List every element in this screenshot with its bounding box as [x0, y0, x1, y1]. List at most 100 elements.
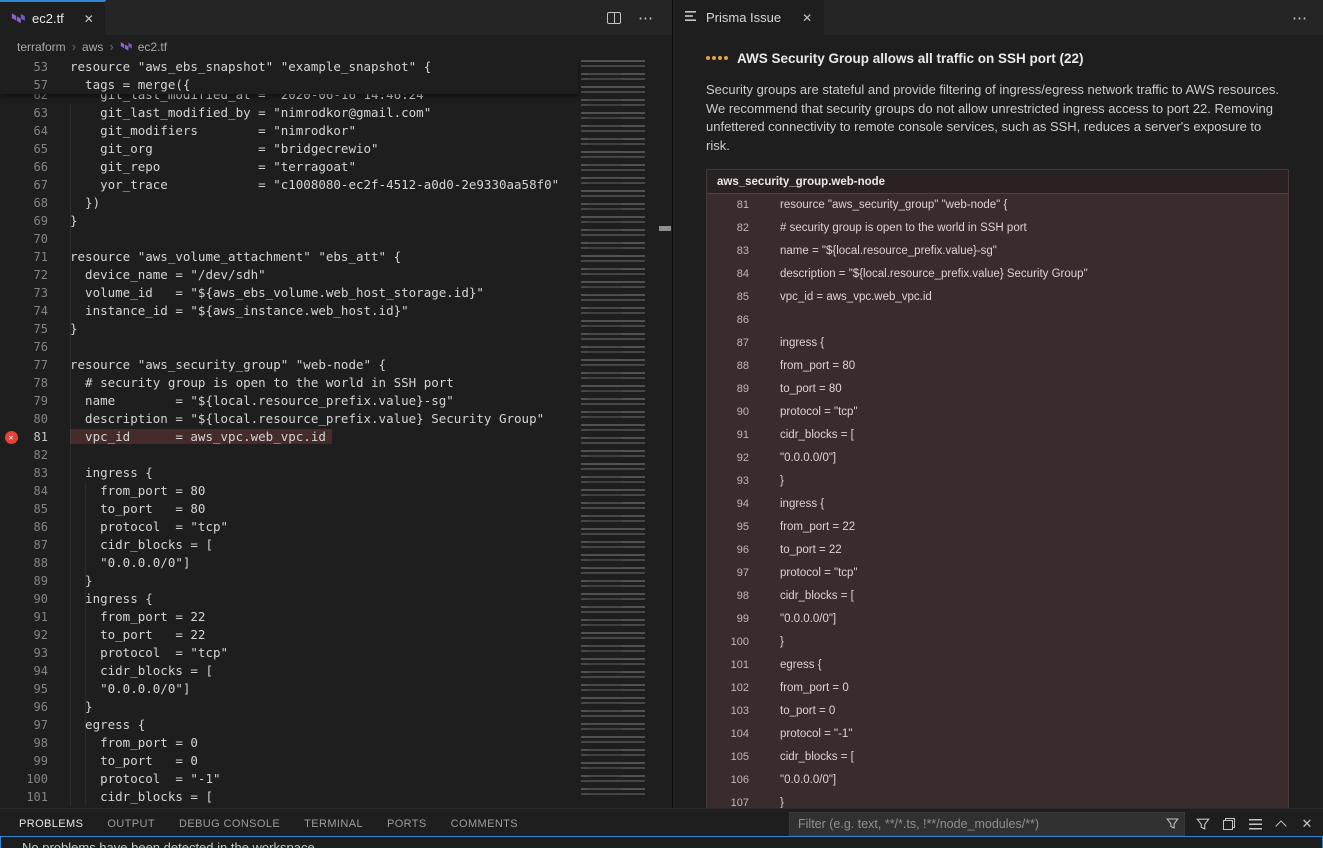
breadcrumb: terraform › aws › ec2.tf [0, 35, 672, 58]
panel-tab[interactable]: TERMINAL [303, 812, 364, 837]
code-line[interactable]: 73 volume_id = "${aws_ebs_volume.web_hos… [0, 284, 578, 302]
filter-icon[interactable] [1195, 816, 1211, 832]
code-line[interactable]: 67 yor_trace = "c1008080-ec2f-4512-a0d0-… [0, 176, 578, 194]
line-number: 65 [22, 140, 48, 158]
code-line[interactable]: 83 ingress { [0, 464, 578, 482]
panel-tab[interactable]: COMMENTS [450, 812, 519, 837]
code-line[interactable]: 74 instance_id = "${aws_instance.web_hos… [0, 302, 578, 320]
line-text: to_port = 0 [70, 753, 198, 768]
issue-code-line: 83 name = "${local.resource_prefix.value… [707, 240, 1288, 263]
code-line[interactable]: 75 } [0, 320, 578, 338]
breadcrumb-terraform[interactable]: terraform [17, 40, 66, 54]
sticky-line[interactable]: 53 resource "aws_ebs_snapshot" "example_… [0, 58, 578, 76]
code-line[interactable]: 95 "0.0.0.0/0"] [0, 680, 578, 698]
code-line[interactable]: 99 to_port = 0 [0, 752, 578, 770]
split-editor-icon[interactable] [607, 12, 621, 24]
code-line[interactable]: 82 [0, 446, 578, 464]
line-number: 64 [22, 122, 48, 140]
code-line[interactable]: 86 protocol = "tcp" [0, 518, 578, 536]
tab-label: Prisma Issue [706, 10, 781, 25]
problems-filter-input[interactable] [789, 812, 1185, 836]
code-line[interactable]: 84 from_port = 80 [0, 482, 578, 500]
scrollbar-handle[interactable] [659, 226, 671, 231]
line-text: egress { [70, 717, 145, 732]
line-text: git_modifiers = "nimrodkor" [70, 123, 356, 138]
line-text: to_port = 22 [70, 627, 205, 642]
code-line[interactable]: 85 to_port = 80 [0, 500, 578, 518]
code-line[interactable]: 63 git_last_modified_by = "nimrodkor@gma… [0, 104, 578, 122]
code-line[interactable]: 81 vpc_id = aws_vpc.web_vpc.id [0, 428, 578, 446]
code-line[interactable]: 72 device_name = "/dev/sdh" [0, 266, 578, 284]
panel-tab[interactable]: PROBLEMS [18, 812, 84, 837]
code-line[interactable]: 77 resource "aws_security_group" "web-no… [0, 356, 578, 374]
close-tab-icon[interactable]: ✕ [802, 11, 812, 25]
sticky-line[interactable]: 57 tags = merge({ [0, 76, 578, 94]
close-tab-icon[interactable]: ✕ [84, 12, 94, 26]
code-line[interactable]: 91 from_port = 22 [0, 608, 578, 626]
line-number: 86 [22, 518, 48, 536]
collapse-all-icon[interactable] [1221, 816, 1237, 832]
panel-tab[interactable]: DEBUG CONSOLE [178, 812, 281, 837]
line-text: } [749, 792, 784, 808]
code-line[interactable]: 87 cidr_blocks = [ [0, 536, 578, 554]
code-line[interactable]: 94 cidr_blocks = [ [0, 662, 578, 680]
editor-group: ec2.tf ✕ ⋯ terraform › aws › [0, 0, 672, 808]
code-line[interactable]: 98 from_port = 0 [0, 734, 578, 752]
code-line[interactable]: 88 "0.0.0.0/0"] [0, 554, 578, 572]
code-line[interactable]: 96 } [0, 698, 578, 716]
line-number: 87 [707, 332, 749, 355]
line-text: cidr_blocks = [ [749, 746, 854, 769]
line-number: 79 [22, 392, 48, 410]
line-number: 75 [22, 320, 48, 338]
code-line[interactable]: 76 [0, 338, 578, 356]
code-line[interactable]: 70 [0, 230, 578, 248]
code-line[interactable]: 89 } [0, 572, 578, 590]
breadcrumb-file[interactable]: ec2.tf [138, 40, 167, 54]
code-line[interactable]: 93 protocol = "tcp" [0, 644, 578, 662]
line-text: protocol = "-1" [70, 771, 221, 786]
code-line[interactable]: 68 }) [0, 194, 578, 212]
code-line[interactable]: 101 cidr_blocks = [ [0, 788, 578, 806]
code-line[interactable]: 69 } [0, 212, 578, 230]
code-editor[interactable]: 62 git_last_modified_at = "2020-06-16 14… [0, 58, 672, 808]
line-number: 98 [22, 734, 48, 752]
code-line[interactable]: 66 git_repo = "terragoat" [0, 158, 578, 176]
line-text: git_repo = "terragoat" [70, 159, 356, 174]
tab-ec2-tf[interactable]: ec2.tf ✕ [0, 0, 106, 35]
code-line[interactable]: 100 protocol = "-1" [0, 770, 578, 788]
editor-scrollbar[interactable] [658, 58, 672, 808]
line-text: from_port = 0 [749, 677, 849, 700]
view-mode-icon[interactable] [1247, 816, 1263, 832]
panel-tab[interactable]: PORTS [386, 812, 428, 837]
panel-tab[interactable]: OUTPUT [106, 812, 156, 837]
code-line[interactable]: 79 name = "${local.resource_prefix.value… [0, 392, 578, 410]
more-actions-icon[interactable]: ⋯ [1292, 9, 1308, 27]
maximize-panel-icon[interactable] [1273, 816, 1289, 832]
code-line[interactable]: 64 git_modifiers = "nimrodkor" [0, 122, 578, 140]
close-panel-icon[interactable]: ✕ [1299, 816, 1315, 832]
line-number: 91 [707, 424, 749, 447]
minimap[interactable] [578, 58, 658, 803]
code-line[interactable]: 65 git_org = "bridgecrewio" [0, 140, 578, 158]
code-line[interactable]: 78 # security group is open to the world… [0, 374, 578, 392]
line-number: 99 [22, 752, 48, 770]
code-line[interactable]: 71 resource "aws_volume_attachment" "ebs… [0, 248, 578, 266]
line-number: 83 [22, 464, 48, 482]
breadcrumb-separator-icon: › [72, 39, 76, 54]
line-number: 57 [22, 76, 48, 94]
code-line[interactable]: 92 to_port = 22 [0, 626, 578, 644]
issue-code-line: 102 from_port = 0 [707, 677, 1288, 700]
breadcrumb-aws[interactable]: aws [82, 40, 103, 54]
sticky-scroll[interactable]: 53 resource "aws_ebs_snapshot" "example_… [0, 58, 578, 94]
code-line[interactable]: 90 ingress { [0, 590, 578, 608]
issue-code-line: 82 # security group is open to the world… [707, 217, 1288, 240]
more-actions-icon[interactable]: ⋯ [638, 9, 654, 27]
line-number: 90 [707, 401, 749, 424]
line-text: ingress { [70, 465, 153, 480]
code-line[interactable]: 97 egress { [0, 716, 578, 734]
code-line[interactable]: 80 description = "${local.resource_prefi… [0, 410, 578, 428]
bottom-panel: PROBLEMS OUTPUT DEBUG CONSOLE TERMINAL P… [0, 808, 1323, 848]
issue-code-line: 94 ingress { [707, 493, 1288, 516]
filter-badge-icon[interactable] [1166, 817, 1179, 833]
tab-prisma-issue[interactable]: Prisma Issue ✕ [673, 0, 824, 35]
